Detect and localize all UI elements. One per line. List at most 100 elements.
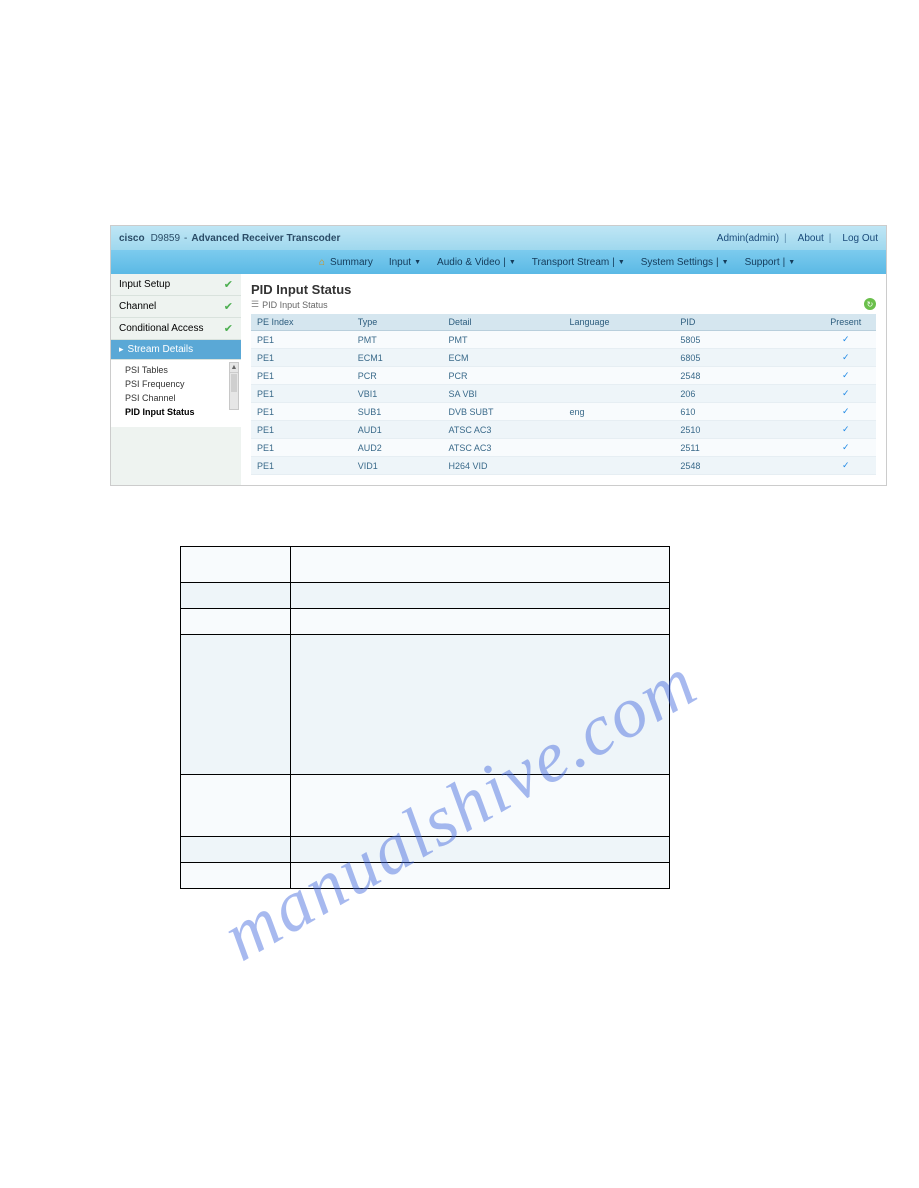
scroll-thumb[interactable]	[231, 374, 237, 392]
nav-system[interactable]: System Settings | ▼	[633, 257, 737, 268]
cell-detail: ATSC AC3	[443, 421, 564, 439]
cell-language	[563, 421, 674, 439]
table-row[interactable]: PE1PMTPMT5805✓	[251, 331, 876, 349]
sub-psi-channel[interactable]: PSI Channel	[125, 391, 241, 405]
cell-present: ✓	[815, 439, 876, 457]
cell-pid: 6805	[674, 349, 815, 367]
cell-detail: PMT	[443, 331, 564, 349]
table-row[interactable]: PE1VBI1SA VBI206✓	[251, 385, 876, 403]
sidebar-input-setup[interactable]: Input Setup ✔	[111, 274, 241, 296]
list-icon: ☰	[251, 299, 258, 310]
nav-system-label: System Settings	[641, 257, 713, 268]
user-link[interactable]: Admin(admin)	[717, 233, 779, 244]
check-icon: ✔	[224, 278, 233, 291]
table-row[interactable]: PE1PCRPCR2548✓	[251, 367, 876, 385]
pipe: |	[716, 257, 719, 268]
col-type[interactable]: Type	[352, 314, 443, 331]
cell-pid: 2511	[674, 439, 815, 457]
check-icon: ✔	[224, 322, 233, 335]
col-detail[interactable]: Detail	[443, 314, 564, 331]
cell-pid: 2510	[674, 421, 815, 439]
nav-audio-video[interactable]: Audio & Video | ▼	[429, 257, 524, 268]
cell-present: ✓	[815, 421, 876, 439]
cell-pe: PE1	[251, 457, 352, 475]
col-pid[interactable]: PID	[674, 314, 815, 331]
nav-input[interactable]: Input ▼	[381, 257, 429, 268]
nav-transport[interactable]: Transport Stream | ▼	[524, 257, 633, 268]
page-subtitle-row: ☰ PID Input Status	[251, 299, 876, 310]
cell-language	[563, 349, 674, 367]
cell-pe: PE1	[251, 439, 352, 457]
cell-language	[563, 367, 674, 385]
sidebar-conditional-label: Conditional Access	[119, 323, 204, 334]
header-bar: cisco D9859 - Advanced Receiver Transcod…	[111, 226, 886, 250]
cell-language	[563, 457, 674, 475]
cell-present: ✓	[815, 331, 876, 349]
table-row	[181, 609, 670, 635]
cell-type: PMT	[352, 331, 443, 349]
sub-pid-input-status[interactable]: PID Input Status	[125, 405, 241, 419]
about-link[interactable]: About	[798, 233, 824, 244]
page-title: PID Input Status	[251, 282, 876, 297]
table-row[interactable]: PE1SUB1DVB SUBTeng610✓	[251, 403, 876, 421]
sidebar: Input Setup ✔ Channel ✔ Conditional Acce…	[111, 274, 241, 485]
table-row	[181, 863, 670, 889]
nav-support[interactable]: Support | ▼	[737, 257, 804, 268]
sidebar-stream-details[interactable]: ▸ Stream Details	[111, 340, 241, 360]
cell-pid: 610	[674, 403, 815, 421]
check-icon: ✔	[224, 300, 233, 313]
nav-audio-video-label: Audio & Video	[437, 257, 500, 268]
table-row[interactable]: PE1AUD2ATSC AC32511✓	[251, 439, 876, 457]
app-window: cisco D9859 - Advanced Receiver Transcod…	[110, 225, 887, 486]
cell-detail: DVB SUBT	[443, 403, 564, 421]
cell-present: ✓	[815, 367, 876, 385]
dash: -	[184, 233, 187, 244]
sidebar-stream-details-label: Stream Details	[128, 344, 233, 355]
scroll-up-icon[interactable]: ▲	[230, 363, 238, 373]
col-present[interactable]: Present	[815, 314, 876, 331]
cell-present: ✓	[815, 349, 876, 367]
cell-pe: PE1	[251, 403, 352, 421]
table-row[interactable]: PE1ECM1ECM6805✓	[251, 349, 876, 367]
cell-present: ✓	[815, 403, 876, 421]
pipe: |	[783, 257, 786, 268]
cell-language: eng	[563, 403, 674, 421]
cell-detail: PCR	[443, 367, 564, 385]
cell-detail: H264 VID	[443, 457, 564, 475]
sub-psi-tables[interactable]: PSI Tables	[125, 363, 241, 377]
cell-type: VBI1	[352, 385, 443, 403]
col-language[interactable]: Language	[563, 314, 674, 331]
pid-table: PE Index Type Detail Language PID Presen…	[251, 314, 876, 475]
cell-detail: SA VBI	[443, 385, 564, 403]
cell-present: ✓	[815, 385, 876, 403]
cell-present: ✓	[815, 457, 876, 475]
home-icon: ⌂	[319, 257, 325, 268]
cell-pe: PE1	[251, 349, 352, 367]
sidebar-conditional-access[interactable]: Conditional Access ✔	[111, 318, 241, 340]
sidebar-input-setup-label: Input Setup	[119, 279, 170, 290]
nav-summary[interactable]: ⌂ Summary	[311, 257, 381, 268]
refresh-icon[interactable]: ↻	[864, 298, 876, 310]
logout-link[interactable]: Log Out	[842, 233, 878, 244]
table-row	[181, 635, 670, 775]
sub-psi-frequency[interactable]: PSI Frequency	[125, 377, 241, 391]
table-header-row: PE Index Type Detail Language PID Presen…	[251, 314, 876, 331]
table-row[interactable]: PE1VID1H264 VID2548✓	[251, 457, 876, 475]
cell-language	[563, 439, 674, 457]
nav-support-label: Support	[745, 257, 780, 268]
cell-detail: ECM	[443, 349, 564, 367]
col-pe-index[interactable]: PE Index	[251, 314, 352, 331]
cell-pe: PE1	[251, 367, 352, 385]
main-nav: ⌂ Summary Input ▼ Audio & Video | ▼ Tran…	[111, 250, 886, 274]
caret-down-icon: ▼	[414, 259, 421, 266]
content-pane: PID Input Status ☰ PID Input Status ↻ PE…	[241, 274, 886, 485]
sidebar-channel-label: Channel	[119, 301, 156, 312]
cell-pe: PE1	[251, 421, 352, 439]
doc-table	[180, 546, 670, 889]
sidebar-channel[interactable]: Channel ✔	[111, 296, 241, 318]
scrollbar[interactable]: ▲	[229, 362, 239, 410]
table-row	[181, 583, 670, 609]
cell-pe: PE1	[251, 331, 352, 349]
table-row[interactable]: PE1AUD1ATSC AC32510✓	[251, 421, 876, 439]
caret-down-icon: ▼	[788, 259, 795, 266]
